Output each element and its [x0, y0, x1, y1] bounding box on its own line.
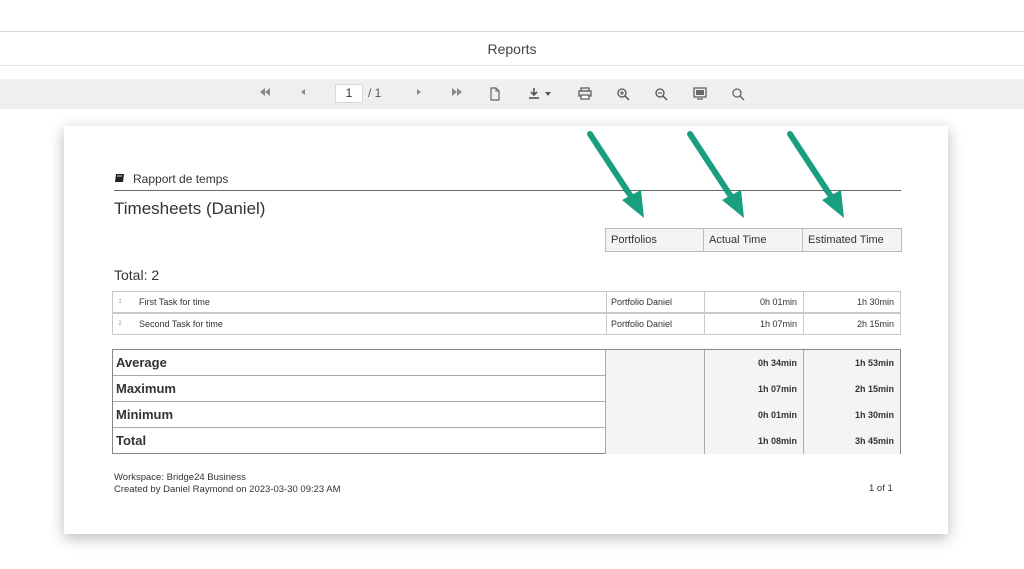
viewer-toolbar: 1 / 1: [0, 79, 1024, 109]
column-header-estimated-time: Estimated Time: [802, 228, 902, 252]
zoom-in-icon[interactable]: [612, 84, 634, 104]
print-icon[interactable]: [574, 84, 596, 104]
book-icon: [115, 174, 124, 182]
aggregate-portfolio-cell: [605, 428, 704, 454]
report-title: Timesheets (Daniel): [114, 199, 266, 218]
aggregate-estimated-cell: 1h 53min: [803, 350, 900, 376]
page-indicator: 1 of 1: [869, 483, 893, 494]
aggregate-label: Total: [116, 433, 147, 448]
row-index: 2: [118, 321, 122, 327]
aggregate-actual-cell: 1h 08min: [704, 428, 803, 454]
search-icon[interactable]: [727, 84, 749, 104]
aggregate-label: Minimum: [116, 407, 174, 422]
last-page-icon[interactable]: [446, 84, 468, 104]
actual-time-cell: 0h 01min: [704, 292, 803, 312]
arrow-icon: [787, 131, 844, 218]
column-header-portfolios: Portfolios: [605, 228, 704, 252]
row-index: 1: [118, 299, 122, 305]
estimated-time-cell: 1h 30min: [803, 292, 900, 312]
aggregate-estimated-cell: 2h 15min: [803, 376, 900, 402]
total-count: Total: 2: [114, 267, 160, 283]
aggregate-row-minimum: Minimum 0h 01min 1h 30min: [113, 402, 900, 428]
zoom-out-icon[interactable]: [650, 84, 672, 104]
portfolio-cell: Portfolio Daniel: [606, 314, 704, 334]
table-row: 1 First Task for time Portfolio Daniel 0…: [112, 291, 901, 313]
aggregate-actual-cell: 1h 07min: [704, 376, 803, 402]
aggregate-row-average: Average 0h 34min 1h 53min: [113, 350, 900, 376]
estimated-time-cell: 2h 15min: [803, 314, 900, 334]
table-row: 2 Second Task for time Portfolio Daniel …: [112, 313, 901, 335]
aggregate-portfolio-cell: [605, 350, 704, 376]
download-icon[interactable]: [526, 84, 556, 104]
arrow-icon: [587, 131, 644, 218]
aggregate-label: Average: [116, 355, 167, 370]
section-label: Rapport de temps: [133, 172, 229, 186]
column-header-actual-time: Actual Time: [703, 228, 803, 252]
header-rule: [114, 190, 901, 191]
task-name: Second Task for time: [139, 319, 223, 329]
task-name: First Task for time: [139, 297, 210, 307]
aggregates-table: Average 0h 34min 1h 53min Maximum 1h 07m…: [112, 349, 901, 454]
portfolio-cell: Portfolio Daniel: [606, 292, 704, 312]
first-page-icon[interactable]: [254, 84, 276, 104]
aggregate-portfolio-cell: [605, 376, 704, 402]
aggregate-label: Maximum: [116, 381, 176, 396]
aggregate-row-maximum: Maximum 1h 07min 2h 15min: [113, 376, 900, 402]
aggregate-actual-cell: 0h 34min: [704, 350, 803, 376]
aggregate-estimated-cell: 3h 45min: [803, 428, 900, 454]
aggregate-estimated-cell: 1h 30min: [803, 402, 900, 428]
prev-page-icon[interactable]: [292, 84, 314, 104]
window-title: Reports: [0, 32, 1024, 66]
aggregate-row-total: Total 1h 08min 3h 45min: [113, 428, 900, 454]
new-document-icon[interactable]: [484, 84, 506, 104]
page-number-input[interactable]: 1: [335, 84, 363, 103]
aggregate-portfolio-cell: [605, 402, 704, 428]
workspace-label: Workspace: Bridge24 Business: [114, 472, 246, 483]
fullscreen-icon[interactable]: [689, 84, 711, 104]
actual-time-cell: 1h 07min: [704, 314, 803, 334]
report-footer: Workspace: Bridge24 Business Created by …: [114, 472, 341, 496]
next-page-icon[interactable]: [408, 84, 430, 104]
arrow-icon: [687, 131, 744, 218]
page-total: / 1: [368, 86, 382, 100]
aggregate-actual-cell: 0h 01min: [704, 402, 803, 428]
created-by-label: Created by Daniel Raymond on 2023-03-30 …: [114, 484, 341, 495]
